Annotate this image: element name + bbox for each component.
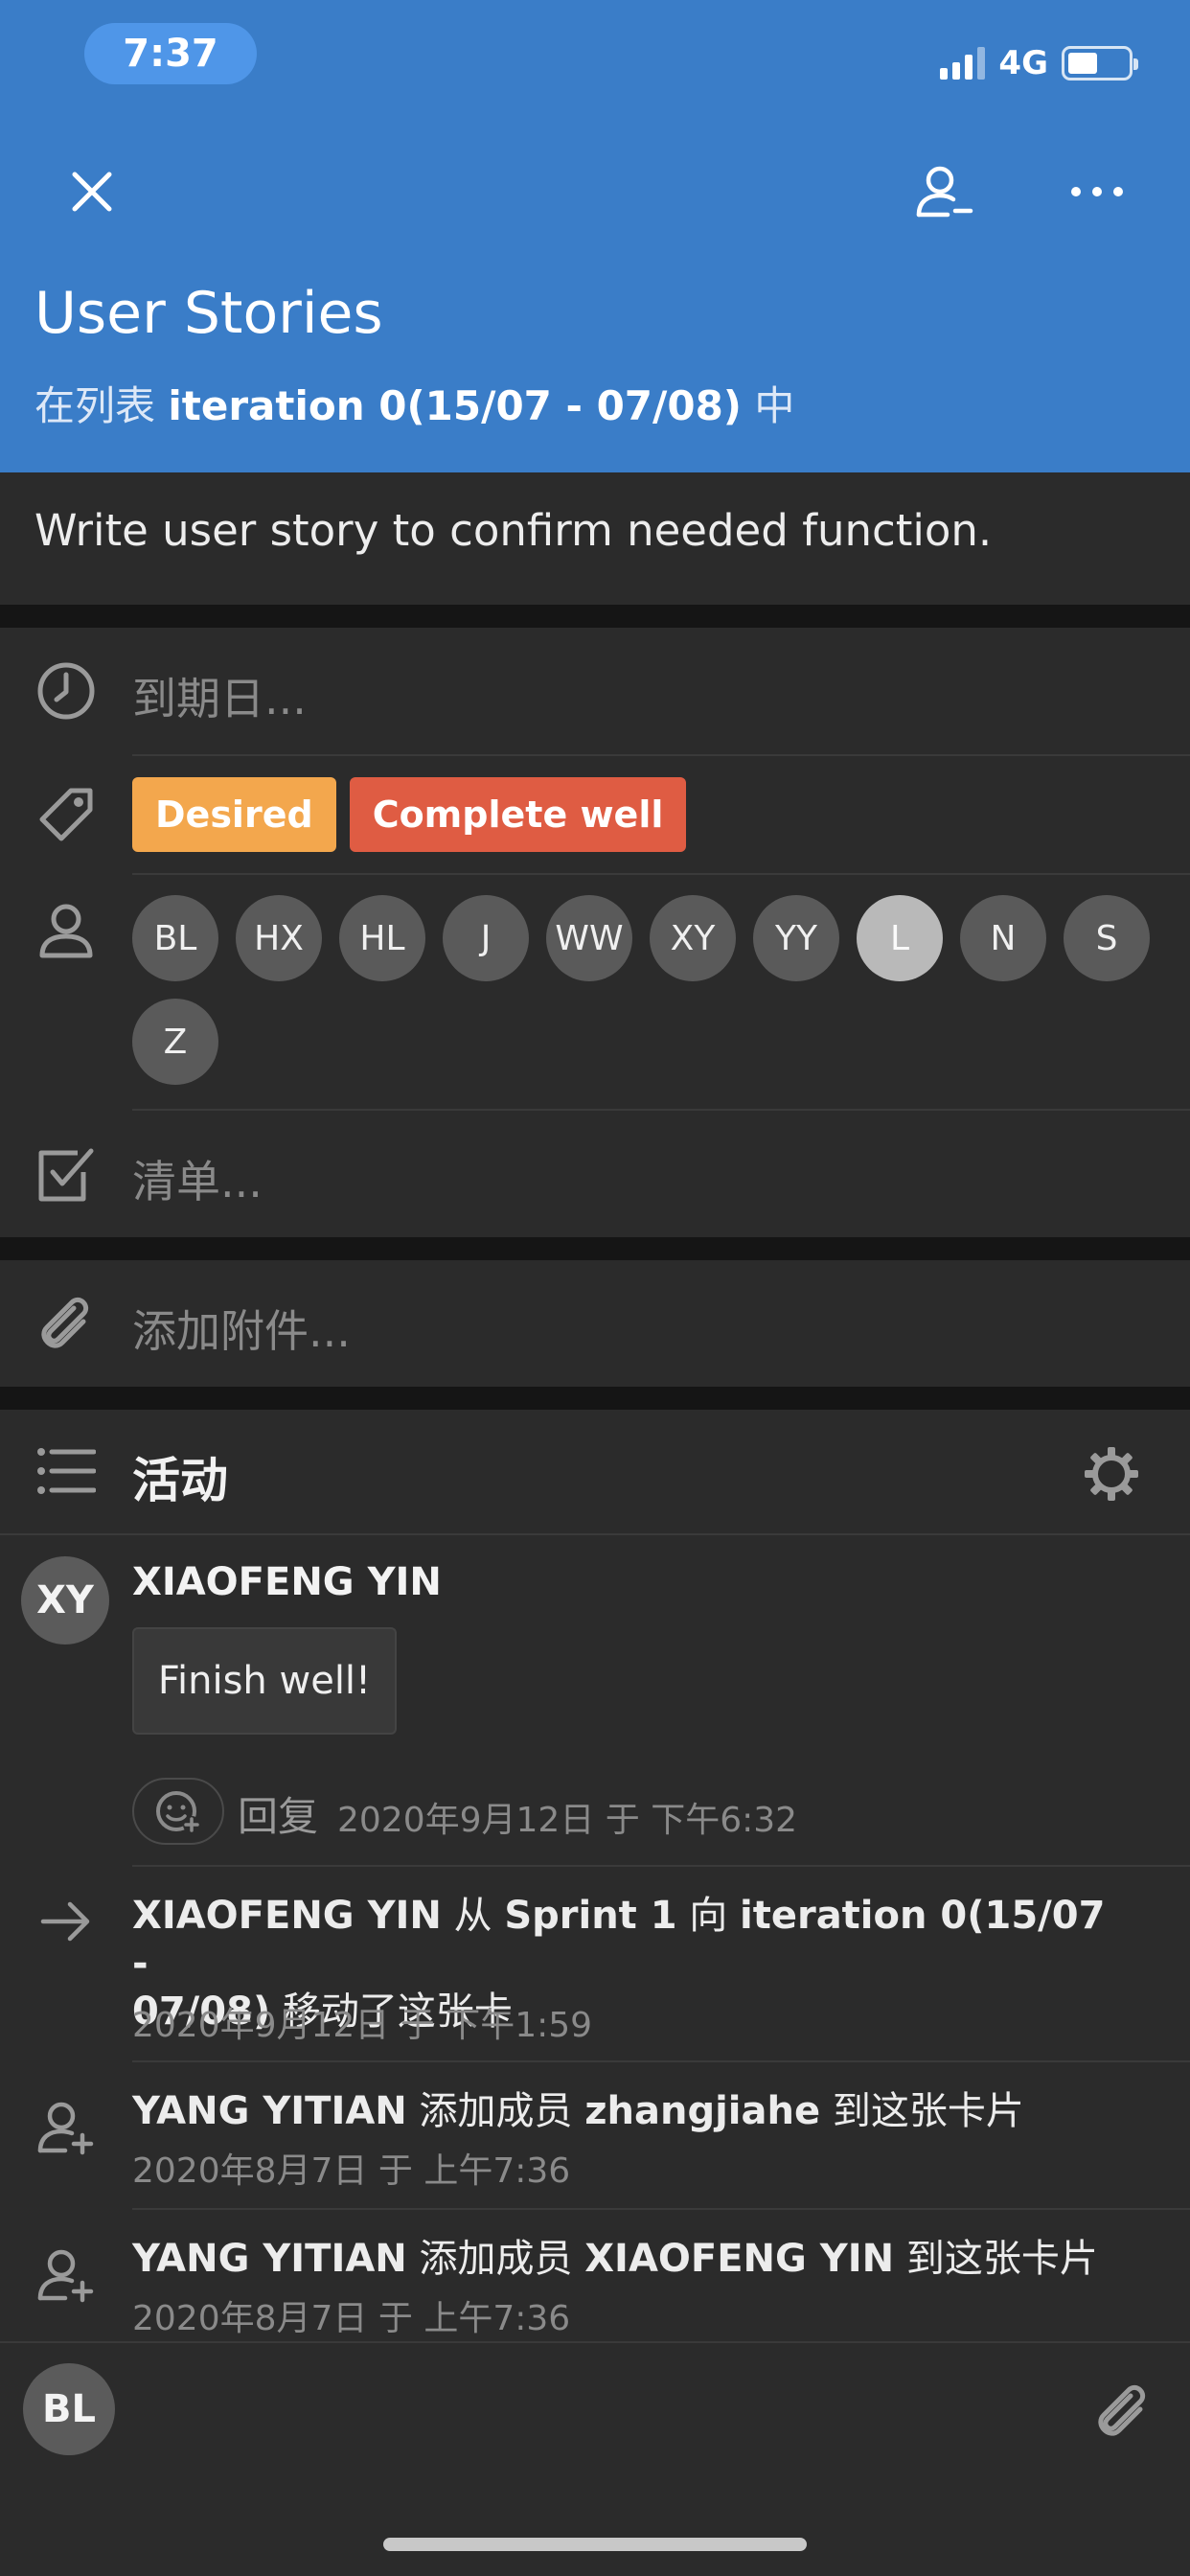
card-description[interactable]: Write user story to confirm needed funct…	[0, 472, 1190, 605]
labels-row[interactable]: Desired Complete well	[0, 756, 1190, 873]
members-list: BL HX HL J WW XY YY L N S Z	[132, 895, 1177, 1085]
log-actor[interactable]: YANG YITIAN	[132, 2089, 407, 2133]
signal-icon	[940, 47, 986, 80]
log-text: 到这张卡片	[905, 2237, 1098, 2281]
attachment-row[interactable]: 添加附件...	[0, 1260, 1190, 1387]
clock-icon	[33, 657, 100, 724]
avatar: BL	[23, 2363, 115, 2455]
log-text: 从	[453, 1894, 492, 1938]
card-details-section: 到期日... Desired Complete well BL HX HL J WW XY Y…	[0, 628, 1190, 1237]
member-avatar[interactable]: Z	[132, 999, 218, 1085]
more-options-button[interactable]	[1059, 153, 1135, 230]
label-desired[interactable]: Desired	[132, 777, 336, 852]
due-date-placeholder: 到期日...	[132, 673, 307, 724]
log-text: 向	[689, 1894, 728, 1938]
log-actor[interactable]: XIAOFENG YIN	[132, 1894, 442, 1938]
network-type: 4G	[998, 44, 1048, 82]
reply-button[interactable]: 回复	[238, 1784, 318, 1843]
member-avatar[interactable]: WW	[546, 895, 632, 981]
label-complete-well[interactable]: Complete well	[349, 777, 687, 852]
checklist-row[interactable]: 清单...	[0, 1111, 1190, 1237]
member-avatar[interactable]: S	[1064, 895, 1150, 981]
member-avatar[interactable]: BL	[132, 895, 218, 981]
checkbox-icon	[33, 1140, 100, 1208]
member-avatar[interactable]: HL	[339, 895, 425, 981]
member-avatar[interactable]: J	[443, 895, 529, 981]
section-divider	[0, 1237, 1190, 1260]
add-member-icon	[33, 2241, 100, 2308]
emoji-add-icon	[156, 1791, 200, 1833]
log-text: 到这张卡片	[832, 2089, 1024, 2133]
comment-date: 2020年9月12日 于 下午6:32	[337, 1801, 798, 1840]
comment-text[interactable]: Finish well!	[132, 1627, 397, 1735]
card-title[interactable]: User Stories	[34, 280, 383, 347]
avatar[interactable]: XY	[21, 1556, 109, 1644]
log-actor[interactable]: YANG YITIAN	[132, 2237, 407, 2281]
log-member[interactable]: XIAOFENG YIN	[584, 2237, 894, 2281]
battery-icon	[1062, 46, 1138, 80]
checklist-placeholder: 清单...	[132, 1156, 263, 1208]
member-avatar[interactable]: HX	[236, 895, 322, 981]
members-row[interactable]: BL HX HL J WW XY YY L N S Z	[0, 875, 1190, 1109]
log-date: 2020年8月7日 于 上午7:36	[132, 2151, 571, 2191]
log-date: 2020年9月12日 于 下午1:59	[132, 2006, 593, 2045]
tag-icon	[33, 781, 100, 848]
status-time: 7:37	[84, 23, 257, 84]
paperclip-icon	[1098, 2384, 1146, 2436]
remove-member-icon	[916, 166, 973, 218]
activity-settings-button[interactable]	[1075, 1438, 1148, 1510]
activity-title: 活动	[132, 1453, 228, 1508]
due-date-row[interactable]: 到期日...	[0, 628, 1190, 754]
person-icon	[33, 896, 100, 963]
attach-button[interactable]	[1087, 2375, 1159, 2448]
member-avatar[interactable]: YY	[753, 895, 839, 981]
activity-log-add-member: YANG YITIAN 添加成员 XIAOFENG YIN 到这张卡片	[132, 2235, 1129, 2283]
leave-card-button[interactable]	[905, 153, 982, 230]
attachment-placeholder: 添加附件...	[132, 1305, 351, 1357]
comment-author: XIAOFENG YIN	[132, 1560, 442, 1604]
activity-section	[0, 1410, 1190, 2341]
add-reaction-button[interactable]	[132, 1778, 224, 1845]
log-text: 添加成员	[419, 2089, 573, 2133]
close-button[interactable]	[54, 153, 130, 230]
arrow-right-icon	[33, 1888, 100, 1955]
list-suffix: 中	[754, 382, 795, 429]
labels-list: Desired Complete well	[132, 777, 1190, 852]
list-name[interactable]: iteration 0(15/07 - 07/08)	[168, 382, 742, 429]
row-divider	[0, 1533, 1190, 1535]
log-date: 2020年8月7日 于 上午7:36	[132, 2299, 571, 2338]
status-indicators: 4G	[940, 36, 1138, 90]
card-list-info: 在列表 iteration 0(15/07 - 07/08) 中	[34, 374, 794, 432]
home-indicator	[383, 2538, 807, 2551]
row-divider	[132, 2208, 1190, 2210]
member-avatar[interactable]: L	[857, 895, 943, 981]
section-divider	[0, 1387, 1190, 1410]
log-text: 添加成员	[419, 2237, 573, 2281]
log-member[interactable]: zhangjiahe	[584, 2089, 820, 2133]
member-avatar[interactable]: N	[960, 895, 1046, 981]
paperclip-icon	[33, 1290, 100, 1357]
list-prefix: 在列表	[34, 382, 156, 429]
activity-log-add-member: YANG YITIAN 添加成员 zhangjiahe 到这张卡片	[132, 2087, 1129, 2135]
close-icon	[72, 172, 112, 212]
list-icon	[33, 1438, 100, 1505]
log-from-list: Sprint 1	[504, 1894, 677, 1938]
card-header: 7:37 4G User Stories 在列表 iteration 0(15/…	[0, 0, 1190, 472]
row-divider	[132, 2060, 1190, 2062]
member-avatar[interactable]: XY	[650, 895, 736, 981]
row-divider	[132, 1865, 1190, 1867]
more-icon	[1071, 187, 1123, 196]
section-divider	[0, 605, 1190, 628]
gear-icon	[1085, 1447, 1138, 1501]
add-member-icon	[33, 2093, 100, 2160]
